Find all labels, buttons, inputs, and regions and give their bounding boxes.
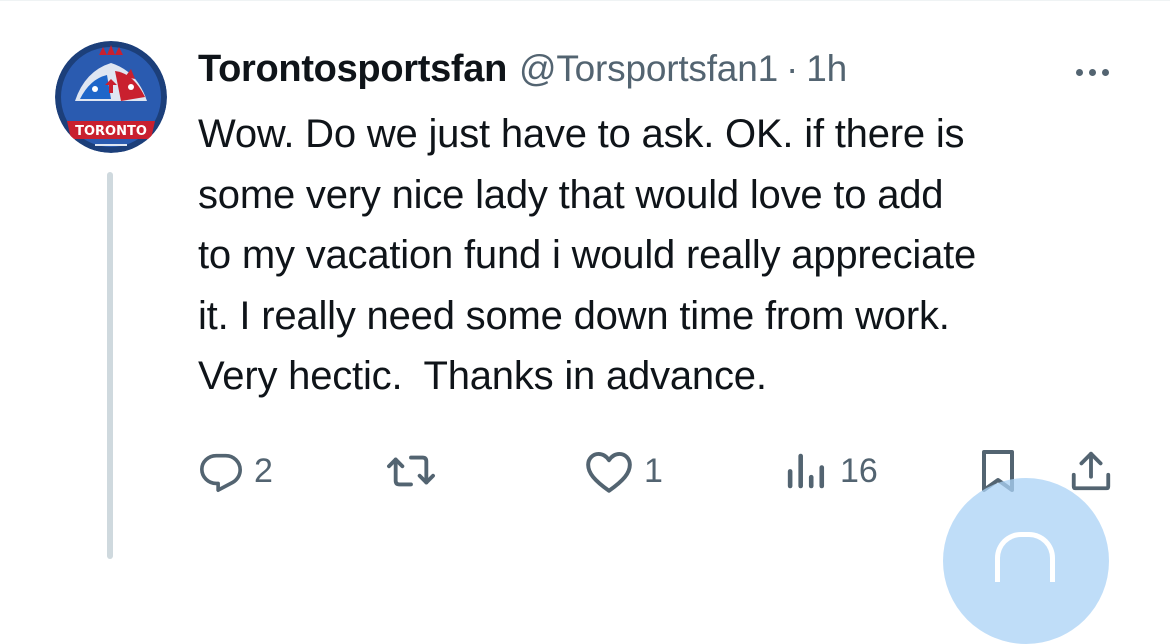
like-button[interactable]: 1: [584, 446, 663, 496]
more-icon[interactable]: [1064, 52, 1120, 92]
share-icon: [1071, 451, 1111, 491]
tweet-text-line: some very nice lady that would love to a…: [198, 172, 944, 217]
reply-icon: [200, 453, 242, 492]
display-name[interactable]: Torontosportsfan: [198, 48, 507, 91]
tweet-text-line: to my vacation fund i would really appre…: [198, 233, 977, 277]
compose-icon: [995, 532, 1055, 582]
separator: ·: [785, 48, 799, 89]
avatar[interactable]: TORONTO: [55, 41, 167, 153]
views-icon: [787, 453, 825, 489]
more-dot: [1088, 68, 1096, 76]
tweet-text: Wow. Do we just have to ask. OK. if ther…: [198, 104, 1158, 407]
user-handle[interactable]: @Torsportsfan1: [519, 48, 778, 90]
avatar-logo: TORONTO: [55, 41, 167, 153]
share-button[interactable]: [1068, 446, 1114, 496]
thread-line: [107, 172, 113, 559]
tweet-text-line: it. I really need some down time from wo…: [198, 293, 950, 338]
avatar-text: TORONTO: [75, 124, 147, 139]
more-dot: [1075, 68, 1083, 76]
timestamp[interactable]: 1h: [806, 48, 847, 90]
tweet-text-line: Wow. Do we just have to ask. OK. if ther…: [198, 112, 965, 156]
views-count: 16: [840, 451, 878, 490]
views-button[interactable]: 16: [784, 446, 878, 496]
like-count: 1: [644, 451, 663, 490]
like-icon: [586, 451, 632, 493]
retweet-button[interactable]: [386, 446, 446, 496]
tweet-header: Torontosportsfan @Torsportsfan1 · 1h: [198, 44, 847, 94]
reply-button[interactable]: 2: [198, 446, 273, 496]
more-dot: [1101, 68, 1109, 76]
tweet-text-line: Very hectic. Thanks in advance.: [198, 354, 767, 398]
reply-count: 2: [254, 451, 273, 490]
top-divider: [0, 0, 1170, 1]
retweet-icon: [387, 455, 435, 487]
